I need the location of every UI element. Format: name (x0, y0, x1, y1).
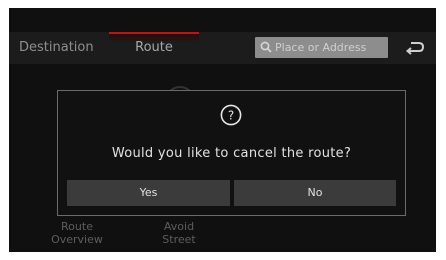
dialog-message: Would you like to cancel the route? (111, 146, 352, 161)
menu-item-line2: Overview (51, 233, 103, 246)
avoid-street-item[interactable]: Avoid Street (149, 220, 209, 246)
tab-route[interactable]: Route (109, 32, 199, 64)
back-arrow-icon (405, 42, 425, 55)
back-button[interactable] (399, 37, 431, 58)
no-button[interactable]: No (234, 180, 396, 206)
question-glyph: ? (228, 109, 234, 123)
menu-item-line1: Avoid (163, 220, 195, 233)
nav-screen: Destination Route Place or Address Route… (9, 8, 436, 252)
search-input[interactable]: Place or Address (255, 37, 388, 58)
top-bar: Destination Route Place or Address (9, 32, 436, 64)
tab-destination[interactable]: Destination (19, 32, 105, 64)
search-icon (260, 41, 272, 53)
route-overview-item[interactable]: Route Overview (47, 220, 107, 246)
search-placeholder: Place or Address (275, 41, 367, 54)
question-icon: ? (220, 104, 242, 126)
cancel-route-dialog: ? Would you like to cancel the route? Ye… (57, 90, 406, 216)
yes-button[interactable]: Yes (67, 180, 230, 206)
menu-item-line2: Street (162, 233, 196, 246)
menu-item-line1: Route (61, 220, 93, 233)
